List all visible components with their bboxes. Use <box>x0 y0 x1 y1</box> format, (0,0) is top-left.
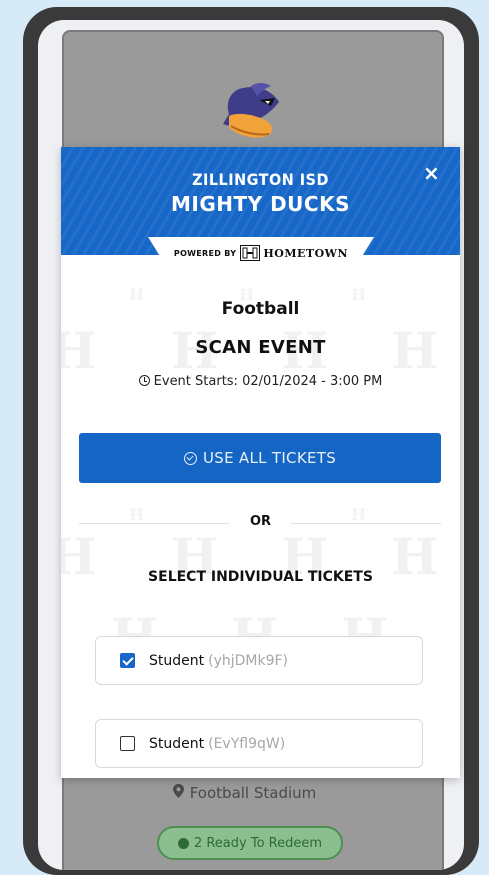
redeem-text: 2 Ready To Redeem <box>193 835 323 851</box>
ticket-type: Student <box>149 735 205 752</box>
sport-name: Football <box>221 299 300 319</box>
hometown-brand: HOMETOWN <box>263 246 349 260</box>
location-pin-icon <box>172 784 184 802</box>
hometown-logo-icon <box>240 245 261 261</box>
clock-icon <box>138 375 150 386</box>
check-circle-icon <box>183 451 197 465</box>
ticket-code: (EvYfl9qW) <box>208 735 286 752</box>
school-name: ZILLINGTON ISD <box>192 170 329 189</box>
checkbox-checked-icon[interactable] <box>120 653 135 668</box>
close-icon[interactable]: × <box>423 161 440 185</box>
scan-event-modal: ZILLINGTON ISD MIGHTY DUCKS × POWERED BY… <box>61 147 460 778</box>
ticket-row[interactable]: Student (EvYfl9qW) <box>95 719 423 768</box>
ticket-row[interactable]: Student (yhjDMk9F) <box>95 636 423 685</box>
event-start-text: Event Starts: 02/01/2024 - 3:00 PM <box>153 374 383 389</box>
select-tickets-heading: SELECT INDIVIDUAL TICKETS <box>148 569 373 585</box>
or-divider-label: OR <box>249 514 272 529</box>
redeem-status-badge: 2 Ready To Redeem <box>157 826 343 860</box>
divider-right <box>291 523 441 524</box>
ticket-type: Student <box>149 652 205 669</box>
ticket-code: (yhjDMk9F) <box>208 652 289 669</box>
check-dot-icon <box>177 837 189 849</box>
duck-mascot-icon <box>223 83 279 138</box>
modal-title: SCAN EVENT <box>195 337 326 358</box>
powered-by-tab: POWERED BY HOMETOWN <box>148 237 374 269</box>
powered-by-label: POWERED BY <box>173 248 237 258</box>
checkbox-unchecked-icon[interactable] <box>120 736 135 751</box>
location-text: Football Stadium <box>189 784 317 802</box>
event-start-time: Event Starts: 02/01/2024 - 3:00 PM <box>61 374 460 389</box>
team-name: MIGHTY DUCKS <box>170 192 350 216</box>
event-location: Football Stadium <box>0 784 489 802</box>
use-all-tickets-label: USE ALL TICKETS <box>202 449 337 467</box>
use-all-tickets-button[interactable]: USE ALL TICKETS <box>79 433 441 483</box>
